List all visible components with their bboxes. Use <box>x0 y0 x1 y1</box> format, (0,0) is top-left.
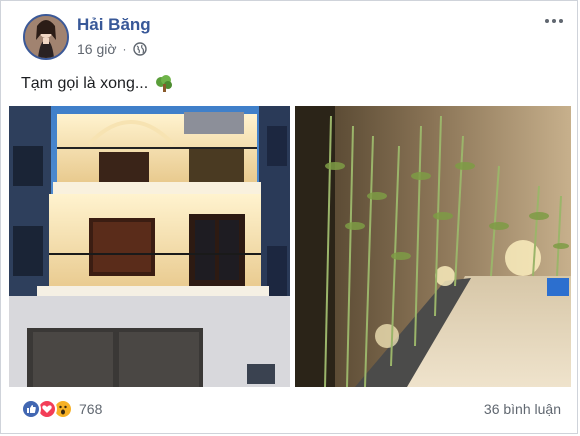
tree-emoji <box>156 75 173 92</box>
more-options-button[interactable] <box>545 19 563 23</box>
house-facade-image <box>9 106 290 387</box>
more-dot-icon <box>545 19 549 23</box>
bamboo-garden-image <box>295 106 571 387</box>
avatar-image <box>25 16 67 58</box>
house-facade-photo[interactable] <box>9 106 290 387</box>
post-card: Hải Băng 16 giờ · Tạm gọi là xong... 768… <box>0 0 578 434</box>
post-meta: 16 giờ · <box>77 41 147 57</box>
photo-grid <box>9 106 571 387</box>
globe-icon[interactable] <box>132 42 147 56</box>
meta-separator: · <box>122 42 127 56</box>
comments-link[interactable]: 36 bình luận <box>484 401 561 417</box>
reaction-count: 768 <box>79 401 103 417</box>
reactions-summary[interactable]: 768 <box>21 399 102 419</box>
timestamp[interactable]: 16 giờ <box>77 41 117 57</box>
post-footer: 768 36 bình luận <box>1 391 577 431</box>
bamboo-garden-photo[interactable] <box>295 106 571 387</box>
more-dot-icon <box>559 19 563 23</box>
more-dot-icon <box>552 19 556 23</box>
like-icon <box>21 399 41 419</box>
post-text-row: Tạm gọi là xong... <box>21 75 174 93</box>
author-name[interactable]: Hải Băng <box>77 15 151 35</box>
avatar[interactable] <box>23 14 69 60</box>
post-text: Tạm gọi là xong... <box>21 75 149 92</box>
